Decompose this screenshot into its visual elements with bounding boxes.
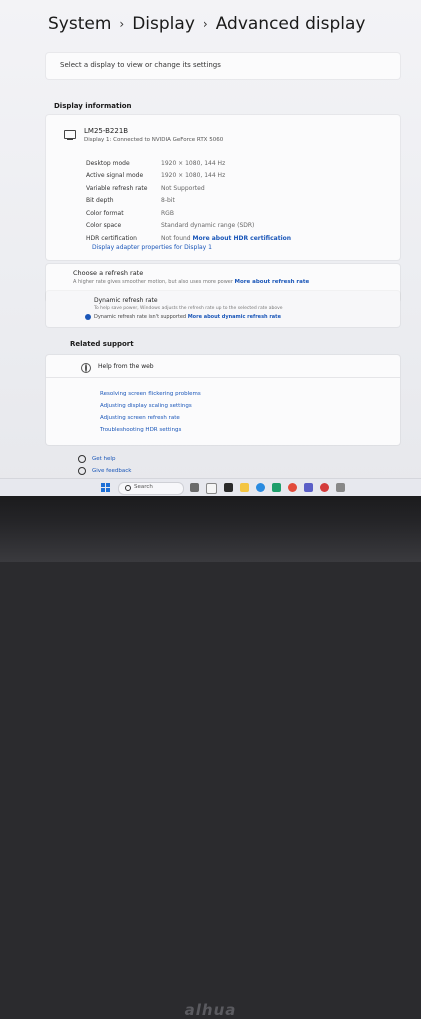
get-help-link[interactable]: Get help [78,455,115,463]
page-title: Advanced display [215,14,366,34]
windows-start-icon[interactable] [101,483,110,492]
info-row: Color format RGB [86,207,386,220]
app-icon[interactable] [320,483,329,492]
chevron-right-icon: › [119,17,125,31]
settings-gear-icon[interactable] [336,483,345,492]
info-value: Not Supported [161,184,205,192]
get-help-label: Get help [92,456,116,462]
info-value: Standard dynamic range (SDR) [161,222,255,230]
refresh-rate-title: Choose a refresh rate [73,269,144,277]
chevron-right-icon: › [202,17,208,31]
info-key: Variable refresh rate [86,184,148,192]
help-from-web-header[interactable]: Help from the web [46,355,400,378]
info-key: Color space [86,222,122,230]
display-information-heading: Display information [54,102,132,110]
refresh-rate-link[interactable]: More about refresh rate [235,279,310,285]
info-row: HDR certification Not found More about H… [86,232,386,245]
dynamic-refresh-note-text: Dynamic refresh rate isn't supported [94,314,187,320]
dynamic-refresh-title: Dynamic refresh rate [94,297,158,304]
info-value: RGB [161,209,174,217]
help-link[interactable]: Troubleshooting HDR settings [100,424,201,436]
help-from-web-card: Help from the web Resolving screen flick… [46,355,400,445]
adapter-properties-link[interactable]: Display adapter properties for Display 1 [92,244,212,251]
help-icon [78,455,86,463]
chrome-icon[interactable] [288,483,297,492]
store-icon[interactable] [272,483,281,492]
info-value: 1920 × 1080, 144 Hz [161,172,226,180]
brand-logo: alhua [184,1001,237,1019]
taskbar: Search [0,478,421,496]
info-value: 8-bit [161,197,175,205]
help-link[interactable]: Resolving screen flickering problems [100,388,201,400]
hdr-certification-link[interactable]: More about HDR certification [193,235,292,242]
refresh-rate-desc-text: A higher rate gives smoother motion, but… [73,279,233,285]
help-link[interactable]: Adjusting screen refresh rate [100,412,201,424]
settings-window: System › Display › Advanced display Sele… [0,0,421,496]
taskbar-search-label: Search [134,484,153,490]
globe-icon [81,363,91,373]
info-value: 1920 × 1080, 144 Hz [161,159,226,167]
info-row: Active signal mode 1920 × 1080, 144 Hz [86,170,386,183]
display-info-rows: Desktop mode 1920 × 1080, 144 Hz Active … [86,157,386,245]
help-links: Resolving screen flickering problems Adj… [100,388,201,436]
info-key: Desktop mode [86,159,130,167]
display-info-card: LM25-B221B Display 1: Connected to NVIDI… [46,115,400,260]
select-display-label: Select a display to view or change its s… [60,61,221,69]
dynamic-refresh-card: Dynamic refresh rate To help save power,… [46,291,400,327]
info-key: Bit depth [86,197,114,205]
breadcrumb-display[interactable]: Display [132,14,195,34]
monitor-connection: Display 1: Connected to NVIDIA GeForce R… [84,137,224,143]
search-icon [125,485,131,491]
give-feedback-link[interactable]: Give feedback [78,467,131,475]
task-view-icon[interactable] [206,483,217,494]
taskbar-search[interactable]: Search [118,482,184,495]
hdr-value: Not found [161,234,191,242]
edge-icon[interactable] [256,483,265,492]
info-value: Not found More about HDR certification [161,235,291,242]
info-icon [85,314,91,320]
laptop-bezel: alhua [0,496,421,1019]
related-support-heading: Related support [70,340,134,348]
breadcrumb: System › Display › Advanced display [48,14,365,34]
taskbar-apps [190,483,345,494]
info-row: Color space Standard dynamic range (SDR) [86,220,386,233]
dynamic-refresh-link[interactable]: More about dynamic refresh rate [188,314,281,320]
info-key: Color format [86,209,124,217]
terminal-icon[interactable] [224,483,233,492]
feedback-icon [78,467,86,475]
help-from-web-title: Help from the web [98,363,154,370]
help-link[interactable]: Adjusting display scaling settings [100,400,201,412]
give-feedback-label: Give feedback [92,468,132,474]
dynamic-refresh-note: Dynamic refresh rate isn't supported Mor… [94,314,281,320]
app-icon[interactable] [304,483,313,492]
info-key: HDR certification [86,234,137,242]
info-row: Variable refresh rate Not Supported [86,182,386,195]
info-row: Desktop mode 1920 × 1080, 144 Hz [86,157,386,170]
info-row: Bit depth 8-bit [86,195,386,208]
refresh-rate-desc: A higher rate gives smoother motion, but… [73,279,309,285]
select-display-card[interactable]: Select a display to view or change its s… [46,53,400,79]
file-explorer-icon[interactable] [240,483,249,492]
landscape-widget-icon[interactable] [190,483,199,492]
monitor-name: LM25-B221B [84,127,129,135]
dynamic-refresh-desc: To help save power, Windows adjusts the … [94,306,283,311]
info-key: Active signal mode [86,172,144,180]
breadcrumb-system[interactable]: System [48,14,111,34]
monitor-icon [64,130,76,140]
